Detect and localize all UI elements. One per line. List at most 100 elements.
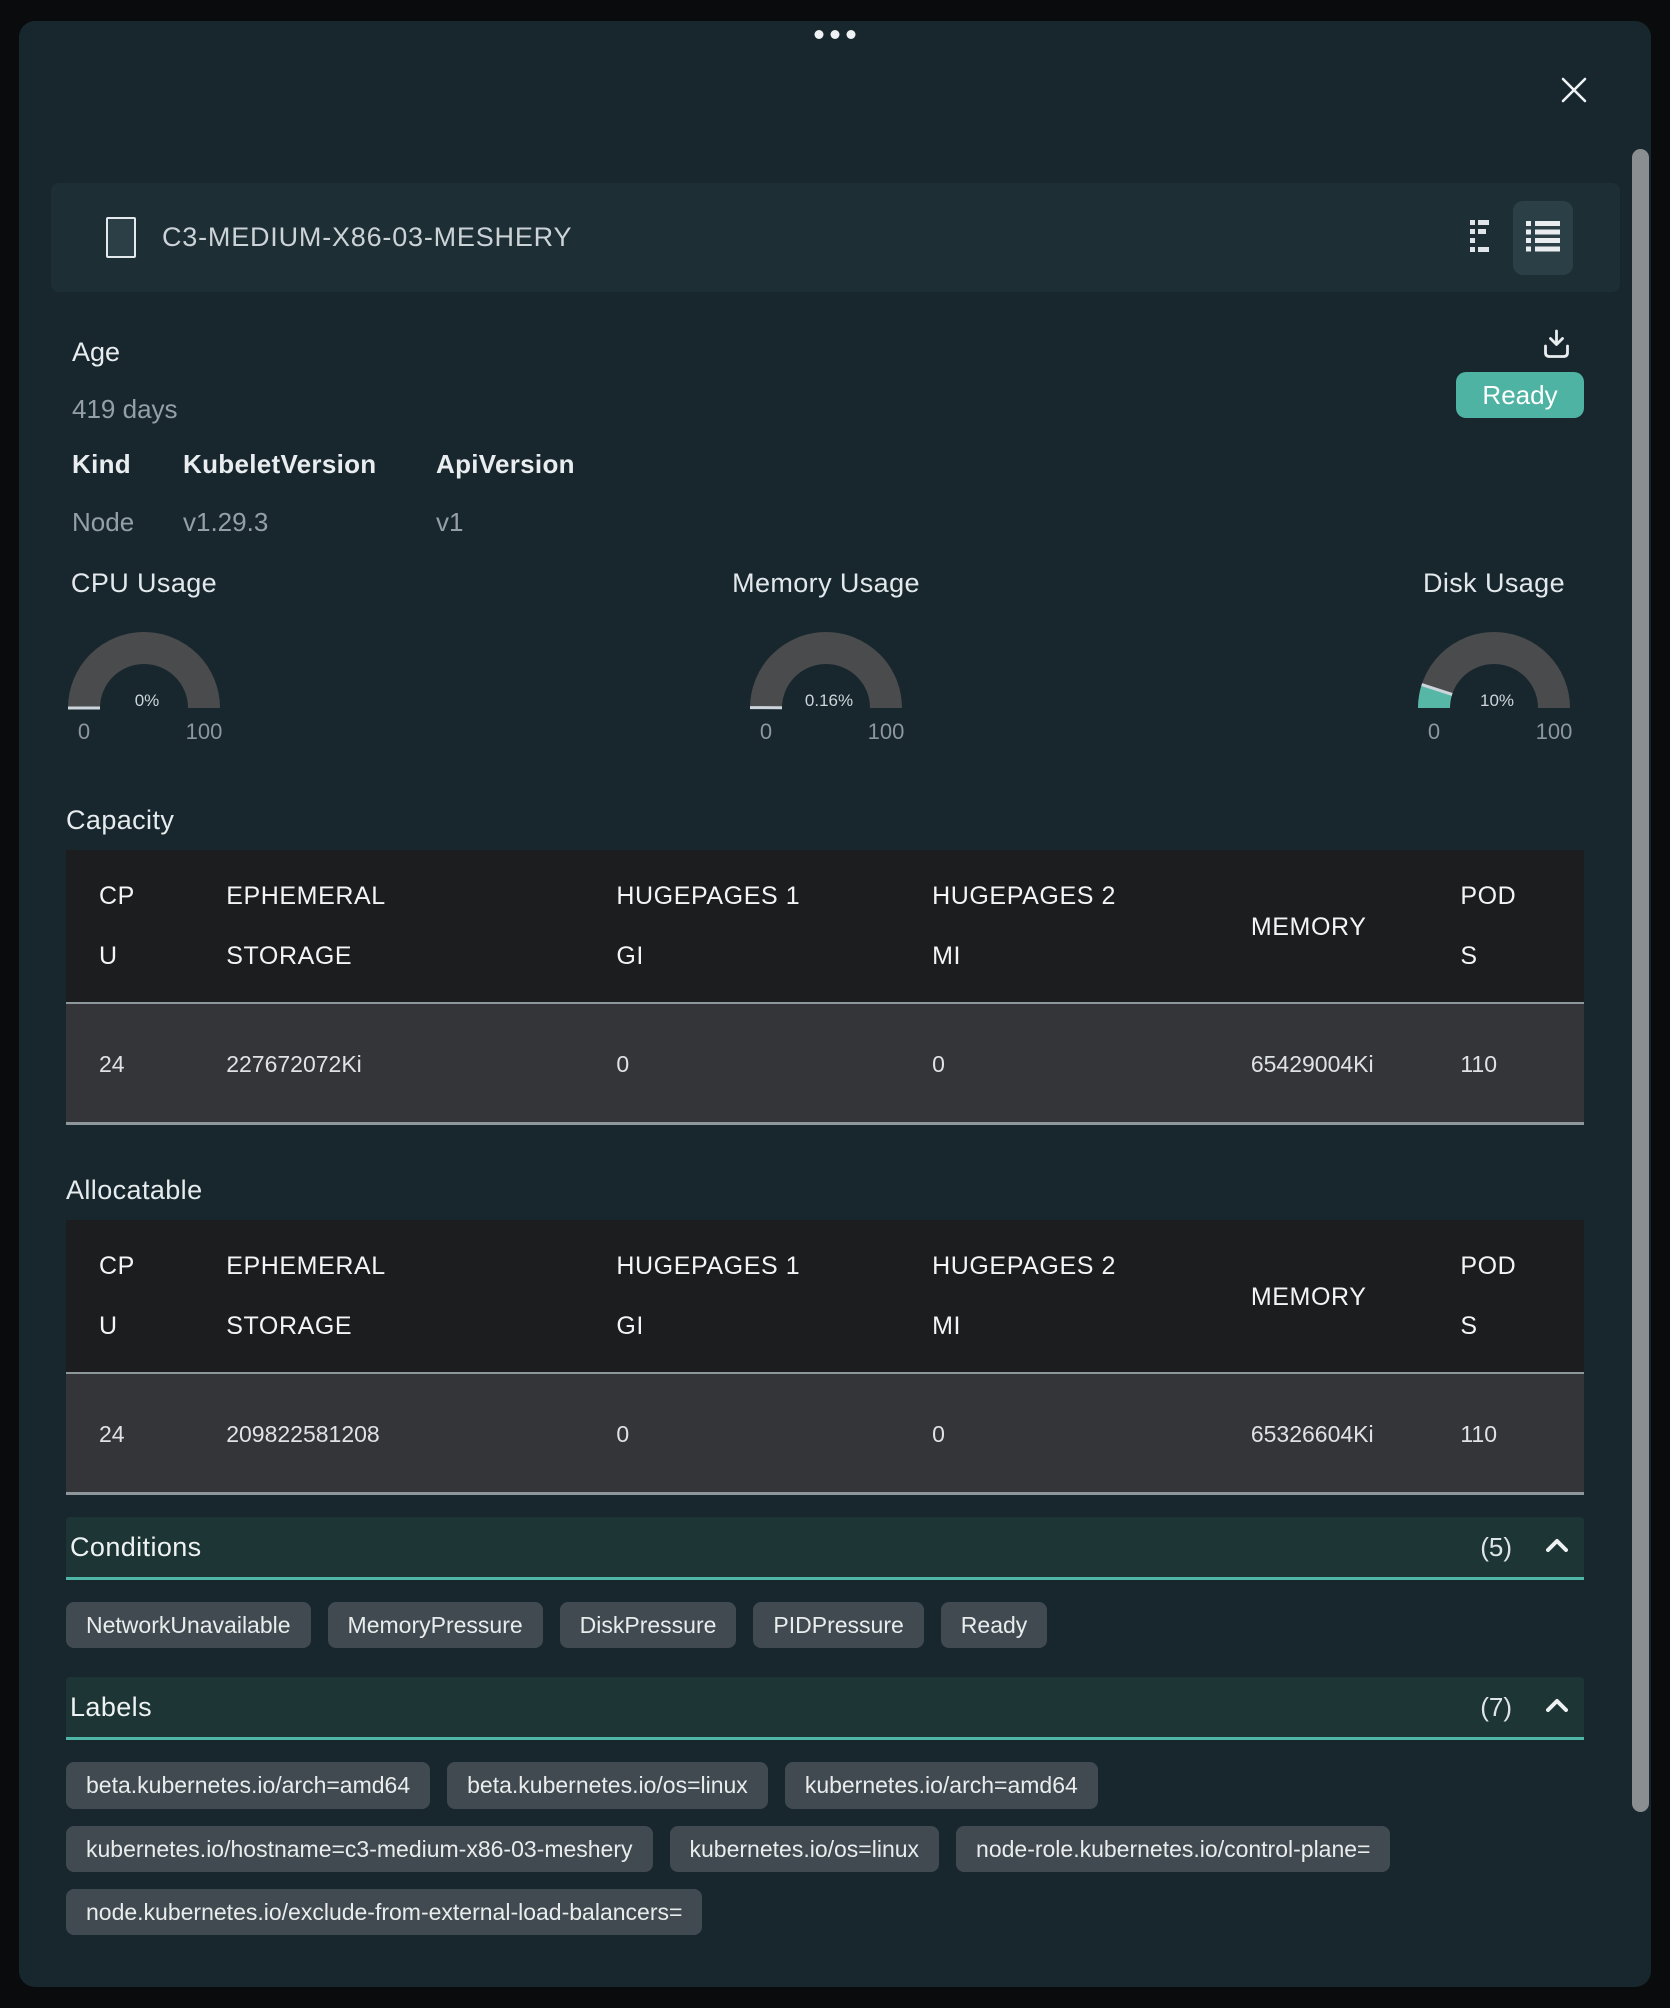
age-block: Age 419 days: [72, 337, 178, 425]
allocatable-header-row: CPU EPHEMERAL STORAGE HUGEPAGES 1 GI HUG…: [66, 1220, 1584, 1373]
field-kind: Kind Node: [72, 449, 183, 538]
conditions-chips: NetworkUnavailable MemoryPressure DiskPr…: [66, 1602, 1584, 1648]
label-chip: node-role.kubernetes.io/control-plane=: [956, 1826, 1390, 1872]
download-button[interactable]: [1543, 329, 1570, 362]
field-label: Kind: [72, 449, 183, 480]
age-value: 419 days: [72, 394, 178, 425]
list-view-icon: [1525, 219, 1561, 256]
close-button[interactable]: [1557, 74, 1591, 108]
table-cell: 110: [1444, 1373, 1584, 1494]
table-cell: 209822581208: [210, 1373, 600, 1494]
field-value: Node: [72, 507, 183, 538]
cpu-usage-gauge: CPU Usage 0% 0 100: [49, 568, 239, 750]
column-header: MEMORY: [1235, 850, 1444, 1003]
column-header: PODS: [1444, 850, 1584, 1003]
modal-body: Age 419 days Ready Kind: [19, 337, 1651, 1935]
gauge-title: Disk Usage: [1399, 568, 1589, 599]
drag-handle-dots-icon[interactable]: [815, 30, 856, 39]
column-header: EPHEMERAL STORAGE: [210, 850, 600, 1003]
list-view-toggle-button[interactable]: [1513, 201, 1573, 275]
allocatable-table: CPU EPHEMERAL STORAGE HUGEPAGES 1 GI HUG…: [66, 1220, 1584, 1495]
vertical-scrollbar[interactable]: [1632, 149, 1649, 1812]
column-header: EPHEMERAL STORAGE: [210, 1220, 600, 1373]
label-chip: kubernetes.io/hostname=c3-medium-x86-03-…: [66, 1826, 653, 1872]
column-header: MEMORY: [1235, 1220, 1444, 1373]
condition-chip: NetworkUnavailable: [66, 1602, 311, 1648]
table-cell: 227672072Ki: [210, 1003, 600, 1124]
table-cell: 0: [600, 1373, 916, 1494]
capacity-header-row: CPU EPHEMERAL STORAGE HUGEPAGES 1 GI HUG…: [66, 850, 1584, 1003]
close-icon: [1559, 75, 1589, 108]
field-label: ApiVersion: [436, 449, 575, 480]
modal-top-bar: [19, 21, 1651, 148]
chevron-up-icon[interactable]: [1546, 1538, 1568, 1557]
meta-row: Age 419 days Ready: [72, 337, 1584, 425]
conditions-accordion-header[interactable]: Conditions (5): [66, 1517, 1584, 1580]
node-details-modal: C3-MEDIUM-X86-03-MESHERY: [19, 21, 1651, 1987]
table-cell: 110: [1444, 1003, 1584, 1124]
labels-accordion-header[interactable]: Labels (7): [66, 1677, 1584, 1740]
allocatable-title: Allocatable: [66, 1175, 1584, 1206]
svg-text:100: 100: [868, 719, 905, 744]
svg-text:0%: 0%: [135, 691, 160, 710]
column-header: HUGEPAGES 2 MI: [916, 850, 1235, 1003]
table-cell: 0: [916, 1003, 1235, 1124]
allocatable-data-row: 24 209822581208 0 0 65326604Ki 110: [66, 1373, 1584, 1494]
column-header: HUGEPAGES 1 GI: [600, 1220, 916, 1373]
table-cell: 24: [66, 1003, 210, 1124]
field-label: KubeletVersion: [183, 449, 436, 480]
node-select-checkbox[interactable]: [106, 217, 136, 258]
chevron-up-icon[interactable]: [1546, 1698, 1568, 1717]
memory-usage-gauge: Memory Usage 0.16% 0 100: [731, 568, 921, 750]
gauge-title: Memory Usage: [731, 568, 921, 599]
table-cell: 0: [916, 1373, 1235, 1494]
label-chip: kubernetes.io/os=linux: [670, 1826, 940, 1872]
flat-view-icon: [1470, 220, 1492, 255]
condition-chip: Ready: [941, 1602, 1047, 1648]
labels-count: (7): [1480, 1692, 1512, 1723]
svg-text:0: 0: [1428, 719, 1440, 744]
labels-chips: beta.kubernetes.io/arch=amd64 beta.kuber…: [66, 1762, 1584, 1934]
column-header: CPU: [66, 850, 210, 1003]
age-label: Age: [72, 337, 178, 368]
table-cell: 65429004Ki: [1235, 1003, 1444, 1124]
svg-text:0: 0: [760, 719, 772, 744]
label-chip: kubernetes.io/arch=amd64: [785, 1762, 1098, 1808]
svg-text:0: 0: [78, 719, 90, 744]
disk-usage-gauge: Disk Usage 10% 0 100: [1399, 568, 1589, 750]
meta-actions: Ready: [1456, 329, 1584, 425]
field-kubelet-version: KubeletVersion v1.29.3: [183, 449, 436, 538]
flat-view-toggle-button[interactable]: [1461, 208, 1501, 268]
field-value: v1.29.3: [183, 507, 436, 538]
svg-text:100: 100: [1536, 719, 1573, 744]
column-header: CPU: [66, 1220, 210, 1373]
column-header: HUGEPAGES 2 MI: [916, 1220, 1235, 1373]
label-chip: beta.kubernetes.io/os=linux: [447, 1762, 768, 1808]
capacity-table: CPU EPHEMERAL STORAGE HUGEPAGES 1 GI HUG…: [66, 850, 1584, 1125]
column-header: PODS: [1444, 1220, 1584, 1373]
gauge-title: CPU Usage: [49, 568, 239, 599]
usage-gauges: CPU Usage 0% 0 100 Memory Usage 0.16%: [66, 568, 1584, 760]
download-icon: [1543, 347, 1570, 362]
node-title: C3-MEDIUM-X86-03-MESHERY: [162, 222, 572, 253]
capacity-data-row: 24 227672072Ki 0 0 65429004Ki 110: [66, 1003, 1584, 1124]
conditions-title: Conditions: [70, 1532, 202, 1563]
capacity-title: Capacity: [66, 805, 1584, 836]
condition-chip: MemoryPressure: [328, 1602, 543, 1648]
table-cell: 0: [600, 1003, 916, 1124]
condition-chip: DiskPressure: [560, 1602, 737, 1648]
column-header: HUGEPAGES 1 GI: [600, 850, 916, 1003]
label-chip: beta.kubernetes.io/arch=amd64: [66, 1762, 430, 1808]
labels-title: Labels: [70, 1692, 152, 1723]
condition-chip: PIDPressure: [753, 1602, 923, 1648]
svg-text:10%: 10%: [1480, 691, 1514, 710]
table-cell: 24: [66, 1373, 210, 1494]
svg-text:100: 100: [186, 719, 223, 744]
kind-version-row: Kind Node KubeletVersion v1.29.3 ApiVers…: [72, 449, 1584, 538]
field-api-version: ApiVersion v1: [436, 449, 575, 538]
node-header-card: C3-MEDIUM-X86-03-MESHERY: [51, 183, 1620, 292]
view-toggle-group: [1461, 201, 1573, 275]
status-badge: Ready: [1456, 372, 1584, 418]
table-cell: 65326604Ki: [1235, 1373, 1444, 1494]
conditions-count: (5): [1480, 1532, 1512, 1563]
